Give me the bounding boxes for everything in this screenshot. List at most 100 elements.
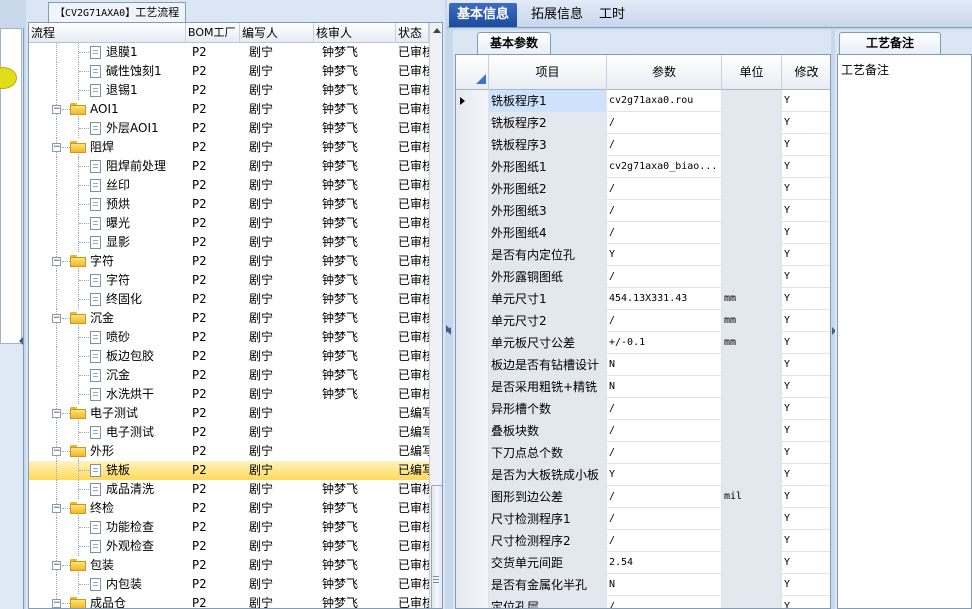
param-modify-flag[interactable]: Y [782,310,830,332]
param-modify-flag[interactable]: Y [782,376,830,398]
param-unit[interactable]: mil [722,486,782,508]
param-value[interactable]: / [607,596,722,608]
tree-row[interactable]: 喷砂 P2 剧宁 钟梦飞 已审核 [29,328,429,347]
param-value[interactable]: 2.54 [607,552,722,574]
tree-row[interactable]: 外层AOI1 P2 剧宁 钟梦飞 已审核 [29,119,429,138]
row-header[interactable] [456,442,489,464]
select-all-icon[interactable] [476,74,486,84]
param-unit[interactable] [722,178,782,200]
param-value[interactable]: / [607,310,722,332]
row-header[interactable] [456,420,489,442]
tree-row[interactable]: 退膜1 P2 剧宁 钟梦飞 已审核 [29,43,429,62]
collapse-toggle-icon[interactable]: − [52,143,61,152]
param-unit[interactable]: mm [722,310,782,332]
collapse-toggle-icon[interactable]: − [52,599,61,608]
tree-row[interactable]: 外观检查 P2 剧宁 钟梦飞 已审核 [29,537,429,556]
col-header-value[interactable]: 参数 [607,55,722,90]
param-unit[interactable] [722,90,782,112]
param-value[interactable]: / [607,530,722,552]
param-unit[interactable] [722,420,782,442]
tree-row[interactable]: 成品清洗 P2 剧宁 钟梦飞 已审核 [29,480,429,499]
param-row[interactable]: 是否有金属化半孔 N Y [456,574,830,596]
param-modify-flag[interactable]: Y [782,464,830,486]
tree-row[interactable]: 沉金 P2 剧宁 钟梦飞 已审核 [29,366,429,385]
param-value[interactable]: Y [607,464,722,486]
row-header[interactable] [456,398,489,420]
param-row[interactable]: 单元板尺寸公差 +/-0.1 mm Y [456,332,830,354]
param-unit[interactable] [722,222,782,244]
col-header-unit[interactable]: 单位 [722,55,782,90]
param-value[interactable]: / [607,134,722,156]
tab-basic-info[interactable]: 基本信息 [449,3,518,27]
param-unit[interactable] [722,112,782,134]
tree-group-row[interactable]: − 成品仓 P2 剧宁 钟梦飞 已审核 [29,594,429,608]
row-header[interactable] [456,222,489,244]
param-value[interactable]: / [607,442,722,464]
col-header-modify[interactable]: 修改 [782,55,830,90]
param-value[interactable]: / [607,178,722,200]
param-row[interactable]: 是否为大板铣成小板 Y Y [456,464,830,486]
row-header[interactable] [456,486,489,508]
param-modify-flag[interactable]: Y [782,552,830,574]
param-modify-flag[interactable]: Y [782,354,830,376]
row-header[interactable] [456,112,489,134]
param-value[interactable]: Y [607,244,722,266]
row-header[interactable] [456,354,489,376]
param-unit[interactable] [722,156,782,178]
splitter-left-arrow-icon[interactable] [19,337,23,345]
param-value[interactable]: / [607,398,722,420]
tree-row[interactable]: 丝印 P2 剧宁 钟梦飞 已审核 [29,176,429,195]
row-header[interactable] [456,464,489,486]
param-value[interactable]: / [607,508,722,530]
param-row[interactable]: 是否有内定位孔 Y Y [456,244,830,266]
col-header-flow[interactable]: 流程 [29,23,186,43]
tree-row[interactable]: 退锡1 P2 剧宁 钟梦飞 已审核 [29,81,429,100]
param-value[interactable]: N [607,574,722,596]
tree-row[interactable]: 阻焊前处理 P2 剧宁 钟梦飞 已审核 [29,157,429,176]
param-row[interactable]: 异形槽个数 / Y [456,398,830,420]
tree-row[interactable]: 铣板 P2 剧宁 已编写 [29,461,429,480]
row-header[interactable] [456,266,489,288]
tab-process-notes[interactable]: 工艺备注 [839,32,942,54]
collapse-toggle-icon[interactable]: − [52,504,61,513]
param-unit[interactable] [722,596,782,608]
tree-row[interactable]: 板边包胶 P2 剧宁 钟梦飞 已审核 [29,347,429,366]
param-row[interactable]: 铣板程序1 cv2g71axa0.rou Y [456,90,830,112]
row-header[interactable] [456,134,489,156]
tree-row[interactable]: 电子测试 P2 剧宁 已编写 [29,423,429,442]
col-header-reviewer[interactable]: 核审人 [314,23,396,43]
param-unit[interactable] [722,442,782,464]
collapse-toggle-icon[interactable]: − [52,561,61,570]
param-value[interactable]: cv2g71axa0_biao... [607,156,722,178]
param-row[interactable]: 铣板程序3/ Y [456,134,830,156]
col-header-bom[interactable]: BOM工厂 [186,23,240,43]
param-unit[interactable] [722,508,782,530]
collapse-toggle-icon[interactable]: − [52,409,61,418]
param-modify-flag[interactable]: Y [782,332,830,354]
tree-row[interactable]: 曝光 P2 剧宁 钟梦飞 已审核 [29,214,429,233]
splitter-params-left-arrow-icon[interactable] [447,327,451,335]
param-modify-flag[interactable]: Y [782,200,830,222]
collapse-toggle-icon[interactable]: − [52,257,61,266]
param-value[interactable]: / [607,112,722,134]
param-row[interactable]: 单元尺寸2/mm Y [456,310,830,332]
tree-vertical-scrollbar[interactable] [429,23,442,608]
row-header[interactable] [456,90,489,112]
param-row[interactable]: 是否采用粗铣+精铣 N Y [456,376,830,398]
row-header[interactable] [456,310,489,332]
row-header[interactable] [456,178,489,200]
param-modify-flag[interactable]: Y [782,508,830,530]
param-value[interactable]: / [607,222,722,244]
param-row[interactable]: 单元尺寸1 454.13X331.43 mm Y [456,288,830,310]
tree-group-row[interactable]: − 电子测试 P2 剧宁 已编写 [29,404,429,423]
col-header-status[interactable]: 状态 [396,23,429,43]
param-modify-flag[interactable]: Y [782,134,830,156]
param-modify-flag[interactable]: Y [782,530,830,552]
param-row[interactable]: 交货单元间距 2.54 Y [456,552,830,574]
collapse-toggle-icon[interactable]: − [52,447,61,456]
param-unit[interactable] [722,574,782,596]
row-header[interactable] [456,530,489,552]
param-modify-flag[interactable]: Y [782,244,830,266]
param-value[interactable]: / [607,420,722,442]
param-value[interactable]: N [607,354,722,376]
